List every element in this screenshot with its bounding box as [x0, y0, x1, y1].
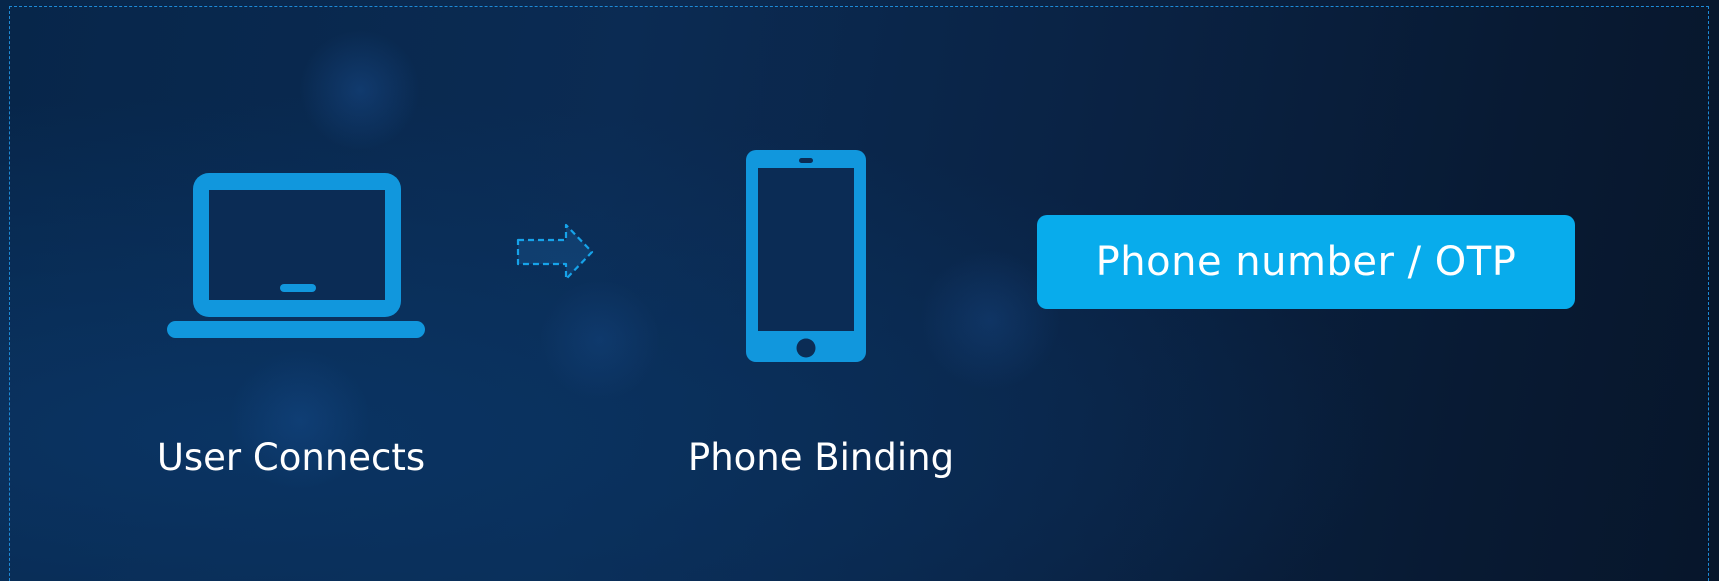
- dashed-right-arrow-icon: [516, 223, 594, 281]
- phone-binding-label: Phone Binding: [687, 436, 955, 479]
- user-connects-label: User Connects: [156, 436, 426, 479]
- phone-otp-box: Phone number / OTP: [1037, 215, 1575, 309]
- smartphone-icon: [746, 150, 866, 362]
- flow-diagram: Phone number / OTP User Connects Phone B…: [0, 0, 1719, 581]
- laptop-icon: [167, 173, 425, 338]
